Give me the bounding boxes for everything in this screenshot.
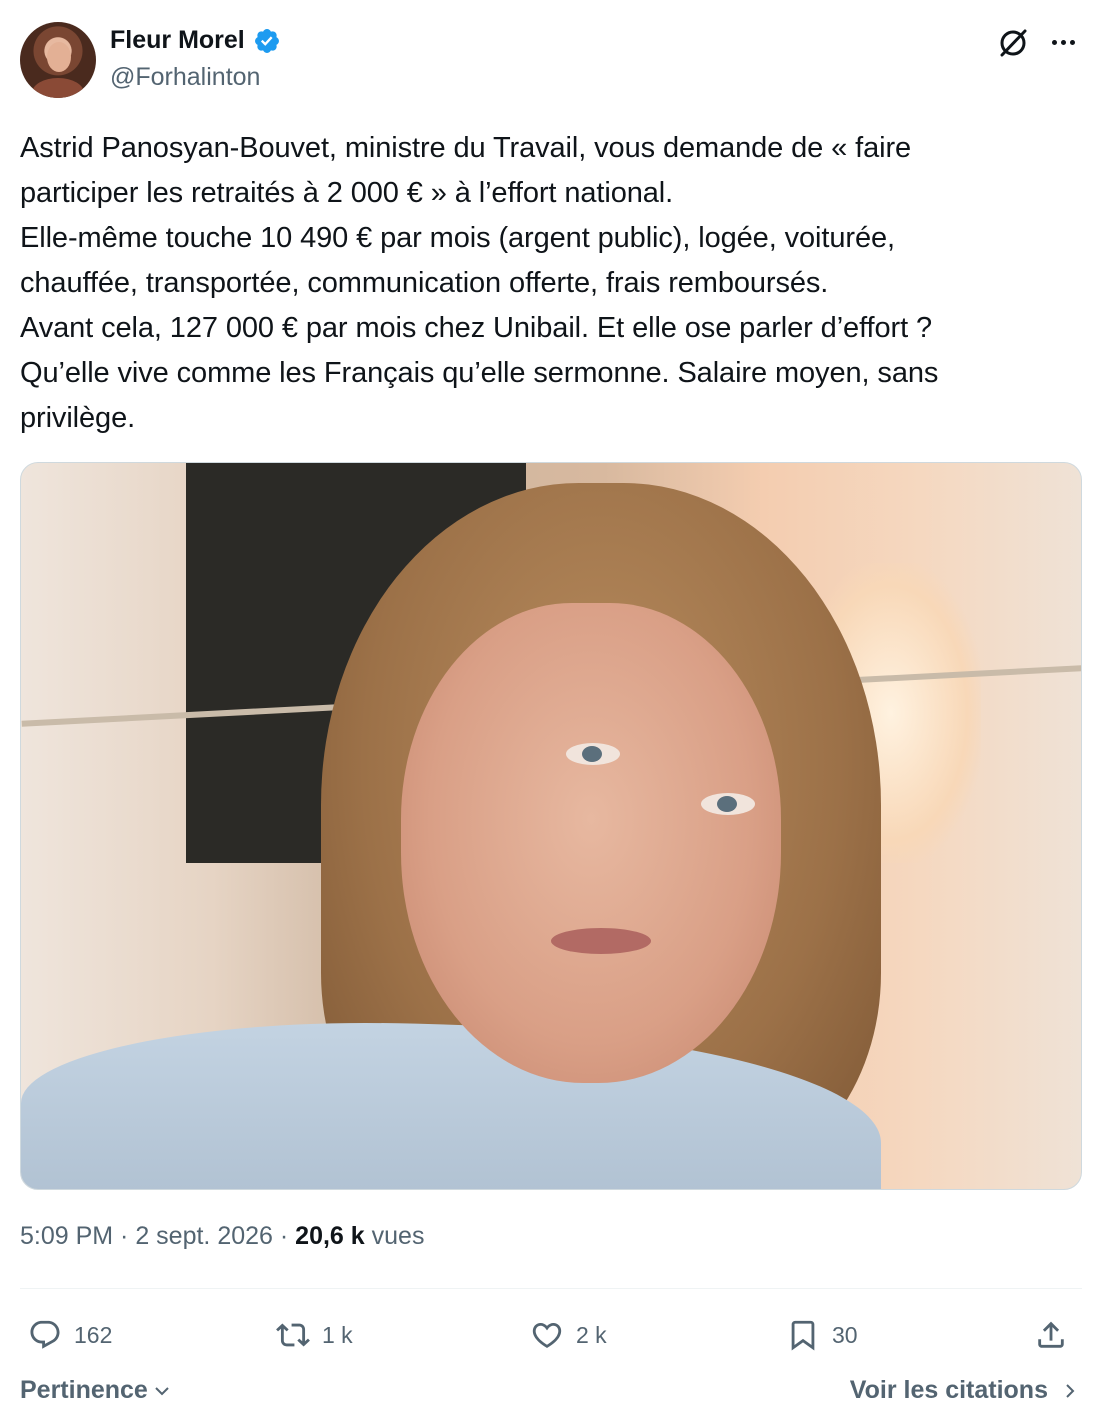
meta-separator: ·	[272, 1222, 296, 1250]
tweet-text: Astrid Panosyan-Bouvet, ministre du Trav…	[20, 126, 1088, 441]
more-dot	[1051, 39, 1057, 45]
tweet: Fleur Morel @Forhalinton Astrid Panosyan…	[0, 0, 1108, 1421]
chevron-down-icon	[155, 1386, 169, 1395]
reply-icon	[30, 1320, 60, 1349]
grok-icon[interactable]	[996, 26, 1030, 60]
views-count: 20,6 k	[295, 1222, 365, 1250]
share-icon	[1038, 1321, 1064, 1348]
reply-button[interactable]: 162	[28, 1310, 112, 1360]
action-bar: 162 1 k 2 k 30	[20, 1310, 1082, 1360]
sort-label: Pertinence	[20, 1376, 148, 1404]
views-label: vues	[364, 1222, 425, 1250]
photo-eye	[566, 743, 620, 765]
like-count: 2 k	[576, 1321, 607, 1348]
repost-icon	[276, 1323, 310, 1347]
photo-mouth	[551, 928, 651, 954]
avatar-face	[47, 42, 71, 72]
author-display-name[interactable]: Fleur Morel	[110, 26, 245, 55]
bookmark-icon	[791, 1320, 815, 1351]
heart-icon	[532, 1322, 562, 1348]
tweet-date[interactable]: 2 sept. 2026	[135, 1222, 273, 1250]
more-icon[interactable]	[1046, 30, 1080, 54]
tweet-text-line: Astrid Panosyan-Bouvet, ministre du Trav…	[20, 132, 912, 164]
author-name-row: Fleur Morel	[110, 26, 281, 55]
bookmark-button[interactable]: 30	[786, 1310, 858, 1360]
reply-count: 162	[74, 1321, 113, 1348]
repost-button[interactable]: 1 k	[276, 1310, 353, 1360]
tweet-meta: 5:09 PM · 2 sept. 2026 · 20,6 k vues	[20, 1222, 424, 1251]
photo-face	[401, 603, 781, 1083]
more-dot	[1060, 39, 1066, 45]
tweet-text-line: chauffée, transportée, communication off…	[20, 267, 829, 299]
more-dot	[1069, 39, 1075, 45]
tweet-text-line: participer les retraités à 2 000 € » à l…	[20, 177, 674, 209]
tweet-photo[interactable]	[20, 462, 1082, 1190]
tweet-time[interactable]: 5:09 PM	[20, 1222, 113, 1250]
tweet-text-line: Qu’elle vive comme les Français qu’elle …	[20, 357, 939, 389]
chevron-right-icon	[1066, 1383, 1075, 1398]
repost-count: 1 k	[322, 1321, 353, 1348]
tweet-text-line: Elle-même touche 10 490 € par mois (arge…	[20, 222, 895, 254]
sort-dropdown[interactable]: Pertinence	[20, 1376, 172, 1405]
like-button[interactable]: 2 k	[530, 1310, 607, 1360]
view-quotes-link[interactable]: Voir les citations	[850, 1376, 1080, 1405]
tweet-text-line: Avant cela, 127 000 € par mois chez Unib…	[20, 312, 933, 344]
divider	[20, 1288, 1082, 1289]
view-quotes-label: Voir les citations	[849, 1376, 1048, 1404]
avatar-shoulders	[32, 78, 84, 98]
meta-separator: ·	[113, 1222, 136, 1250]
tweet-text-line: privilège.	[20, 402, 136, 434]
photo-eye	[701, 793, 755, 815]
bookmark-count: 30	[832, 1321, 858, 1348]
share-button[interactable]	[1034, 1310, 1068, 1360]
verified-badge-icon	[253, 27, 281, 55]
avatar[interactable]	[20, 22, 96, 98]
author-handle[interactable]: @Forhalinton	[110, 63, 260, 92]
